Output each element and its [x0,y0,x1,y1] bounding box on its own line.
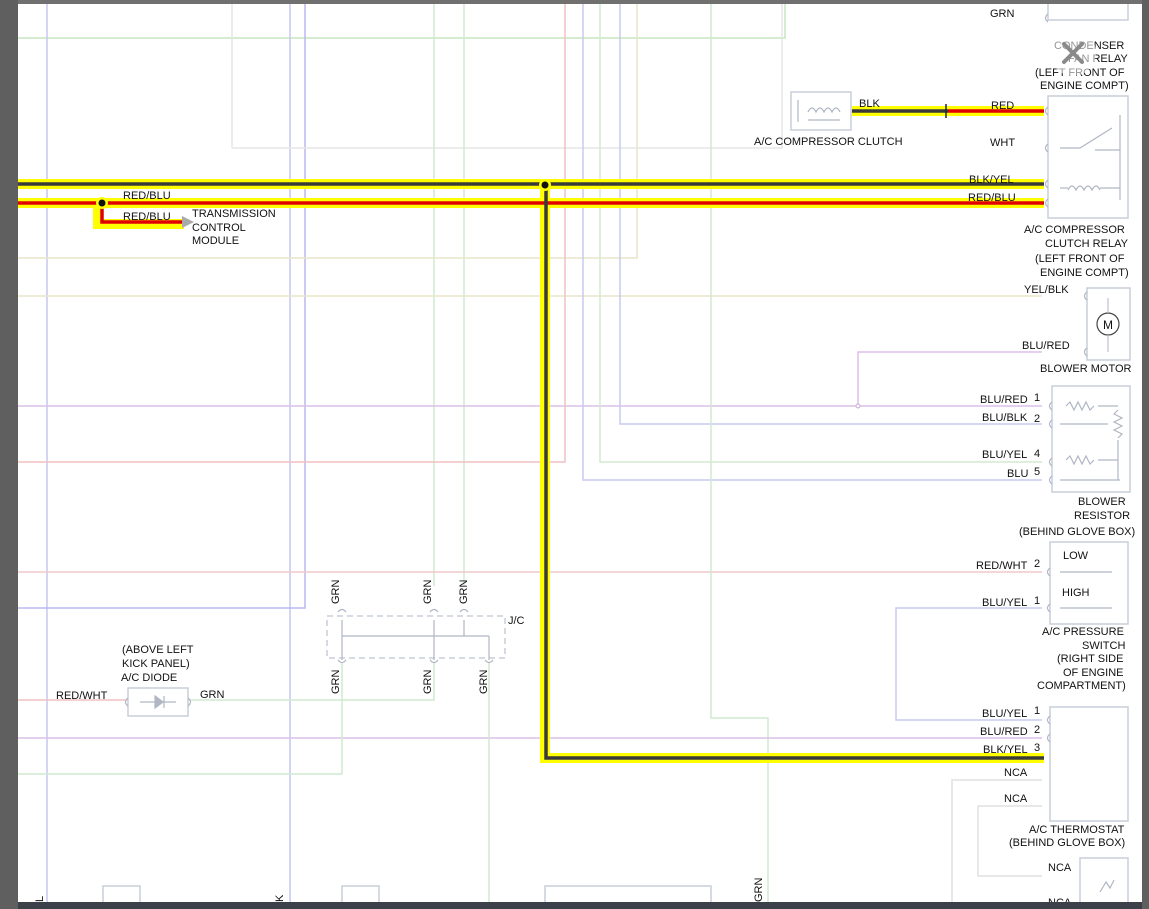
label-res-pin-1: 1 [1034,392,1040,404]
label-nca-1: NCA [1004,767,1028,779]
label-red-blu-1: RED/BLU [968,192,1016,204]
wiring-diagram: M GRN FAN RELAY (LEFT FRONT OF ENGINE CO… [18,4,1135,903]
motor-m-label: M [1103,318,1113,332]
ac-compressor-clutch-box [790,91,852,131]
label-ac-thermostat-2: (BEHIND GLOVE BOX) [1009,837,1125,849]
label-tcm-3: MODULE [192,235,239,247]
label-res-blu-yel: BLU/YEL [982,449,1027,461]
ac-thermostat-box [1049,706,1129,822]
label-ac-clutch-relay-4: ENGINE COMPT) [1040,267,1129,279]
label-th-blu-yel: BLU/YEL [982,708,1027,720]
label-diode-loc-1: (ABOVE LEFT [122,644,194,656]
label-blu-red-motor: BLU/RED [1022,340,1070,352]
label-nca-3: NCA [1048,862,1072,874]
component-outlines [102,4,1131,902]
label-ac-clutch-relay-3: (LEFT FRONT OF [1035,253,1125,265]
label-ps-pin-2: 2 [1034,558,1040,570]
blower-motor-icon: M [1096,298,1120,352]
label-diode-red-wht: RED/WHT [56,690,108,702]
label-low: LOW [1063,550,1089,562]
lower-right-component-box [1079,857,1129,902]
label-red-blu-left-1: RED/BLU [123,190,171,202]
label-bottom-grn: GRN [753,878,765,903]
label-th-pin-3: 3 [1034,742,1040,754]
resistor-icon-3 [1112,409,1124,439]
label-tcm-1: TRANSMISSION [192,208,276,220]
label-blower-resistor-1: BLOWER [1078,496,1126,508]
label-ac-pressure-2: SWITCH [1082,640,1125,652]
label-high: HIGH [1062,587,1090,599]
label-ps-red-wht: RED/WHT [976,560,1028,572]
label-res-pin-2: 2 [1034,413,1040,425]
label-th-blk-yel: BLK/YEL [983,744,1028,756]
label-blower-resistor-2: RESISTOR [1074,510,1130,522]
label-res-pin-5: 5 [1034,466,1040,478]
ac-pressure-switch-box [1049,541,1129,625]
resistor-icon [1065,400,1095,412]
label-condenser-loc-2: ENGINE COMPT) [1040,80,1129,92]
diode-icon [154,694,164,710]
component-internals [140,100,1124,893]
label-ac-pressure-5: COMPARTMENT) [1037,680,1126,692]
label-ac-clutch-relay-2: CLUTCH RELAY [1045,238,1129,250]
label-th-blu-red: BLU/RED [980,726,1028,738]
label-grn-jc-2: GRN [422,580,434,605]
label-ps-pin-1: 1 [1034,595,1040,607]
label-diode-grn: GRN [200,689,225,701]
label-ac-pressure-1: A/C PRESSURE [1042,626,1124,638]
ac-compressor-clutch-relay-box [1047,95,1129,219]
label-nca-2: NCA [1004,793,1028,805]
label-ac-pressure-3: (RIGHT SIDE [1057,653,1123,665]
document-viewer: M GRN FAN RELAY (LEFT FRONT OF ENGINE CO… [0,0,1149,909]
label-ac-thermostat-1: A/C THERMOSTAT [1029,824,1125,836]
close-icon [1062,42,1084,64]
label-ac-pressure-4: OF ENGINE [1063,667,1124,679]
label-grn-jc-1: GRN [330,580,342,605]
label-jc: J/C [508,615,525,627]
label-th-pin-1: 1 [1034,705,1040,717]
label-ps-blu-yel: BLU/YEL [982,597,1027,609]
jc-box [326,615,506,659]
connector-ticks [124,13,1088,743]
label-grn-top: GRN [990,8,1015,20]
label-res-pin-4: 4 [1034,448,1040,460]
label-wht: WHT [990,137,1015,149]
label-blk-yel-1: BLK/YEL [969,174,1014,186]
label-diode-loc-2: KICK PANEL) [122,658,190,670]
label-res-blu-red: BLU/RED [980,394,1028,406]
label-ac-compressor-clutch: A/C COMPRESSOR CLUTCH [754,136,903,148]
viewer-bottom-toolbar [18,902,1142,909]
label-yel-blk: YEL/BLK [1024,284,1069,296]
label-blk: BLK [859,98,880,110]
label-grn-jc-3: GRN [458,580,470,605]
label-blower-motor: BLOWER MOTOR [1040,363,1132,375]
label-red: RED [991,100,1014,112]
label-res-blu-blk: BLU/BLK [982,412,1028,424]
resistor-icon-2 [1065,454,1095,466]
label-ac-clutch-relay-1: A/C COMPRESSOR [1024,224,1125,236]
label-res-blu: BLU [1007,468,1028,480]
condenser-fan-relay-box [1047,4,1129,21]
label-grn-jc-6: GRN [478,670,490,695]
label-blower-resistor-3: (BEHIND GLOVE BOX) [1019,526,1135,538]
label-tcm-2: CONTROL [192,222,246,234]
clutch-coil-icon [807,107,841,114]
label-grn-jc-5: GRN [422,670,434,695]
label-grn-jc-4: GRN [330,670,342,695]
label-red-blu-left-2: RED/BLU [123,211,171,223]
relay-coil-icon [1067,185,1101,192]
label-ac-diode: A/C DIODE [121,672,177,684]
label-bottom-k: K [274,894,286,902]
close-button[interactable] [1050,30,1096,76]
label-th-pin-2: 2 [1034,724,1040,736]
